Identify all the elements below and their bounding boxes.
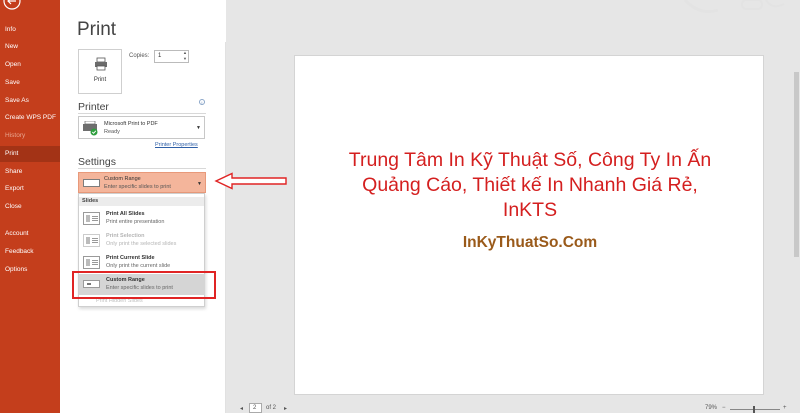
printer-icon [95, 57, 107, 71]
scrollbar-thumb[interactable] [794, 72, 799, 257]
sidebar-item-save-as[interactable]: Save As [0, 93, 60, 109]
slide-website: InKyThuatSo.Com [462, 234, 598, 251]
all-slides-icon [83, 212, 100, 225]
custom-range-icon [83, 179, 100, 187]
annotation-arrow-icon [214, 172, 287, 190]
chevron-down-icon: ▼ [197, 181, 202, 187]
sidebar-item-close[interactable]: Close [0, 199, 60, 215]
previous-page-icon[interactable]: ◂ [240, 405, 243, 412]
option-desc: Only print the selected slides [106, 241, 177, 247]
sidebar-item-new[interactable]: New [0, 39, 60, 55]
current-slide-icon [83, 256, 100, 269]
panel-divider [225, 42, 226, 413]
option-title: Print Selection [106, 233, 145, 239]
zoom-in-button[interactable]: + [783, 405, 787, 411]
printer-ready-icon [83, 121, 98, 136]
sidebar-item-history[interactable]: History [0, 128, 60, 144]
preview-scrollbar[interactable] [792, 42, 800, 413]
settings-heading: Settings [78, 156, 116, 168]
printer-heading: Printer [78, 101, 109, 113]
printer-name: Microsoft Print to PDF [104, 121, 158, 127]
back-button[interactable] [0, 0, 22, 12]
print-range-title: Custom Range [104, 176, 141, 182]
page-number-input[interactable]: 2 [249, 403, 262, 413]
annotation-highlight-box [72, 271, 216, 299]
sidebar-item-info[interactable]: Info [0, 22, 60, 38]
page-title: Print [77, 19, 117, 40]
print-range-desc: Enter specific slides to print [104, 184, 171, 190]
print-button[interactable]: Print [78, 49, 122, 94]
sidebar-item-export[interactable]: Export [0, 181, 60, 197]
next-page-icon[interactable]: ▸ [284, 405, 287, 412]
copies-label: Copies: [129, 53, 150, 59]
option-desc: Print entire presentation [106, 219, 165, 225]
sidebar-item-open[interactable]: Open [0, 57, 60, 73]
option-title: Print All Slides [106, 211, 145, 217]
sidebar-item-create-wps-pdf[interactable]: Create WPS PDF [0, 110, 60, 126]
printer-status: Ready [104, 129, 120, 135]
info-icon[interactable]: i [199, 99, 205, 105]
sidebar-item-share[interactable]: Share [0, 164, 60, 180]
zoom-slider[interactable] [730, 409, 780, 410]
sidebar-item-feedback[interactable]: Feedback [0, 244, 60, 260]
settings-heading-rule [78, 168, 206, 169]
title-decoration [683, 0, 785, 14]
dropdown-header: Slides [79, 197, 204, 206]
printer-select[interactable]: Microsoft Print to PDF Ready ▼ [78, 116, 205, 139]
backstage-sidebar: Info New Open Save Save As Create WPS PD… [0, 0, 60, 413]
print-range-select[interactable]: Custom Range Enter specific slides to pr… [78, 172, 206, 193]
zoom-level: 79% [705, 405, 718, 411]
slide-preview: Trung Tâm In Kỹ Thuật Số, Công Ty In Ấn … [294, 55, 764, 395]
page-total: of 2 [266, 405, 277, 411]
option-title: Print Current Slide [106, 255, 155, 261]
option-print-current-slide[interactable]: Print Current Slide Only print the curre… [79, 252, 205, 273]
printer-heading-rule [78, 113, 206, 114]
sidebar-item-save[interactable]: Save [0, 75, 60, 91]
sidebar-item-print[interactable]: Print [0, 146, 60, 162]
option-desc: Only print the current slide [106, 263, 171, 269]
selection-slides-icon [83, 234, 100, 247]
back-arrow-icon [3, 0, 21, 10]
copies-spinner[interactable]: ▲ ▼ [181, 50, 189, 63]
chevron-down-icon: ▼ [196, 125, 201, 131]
option-print-selection: Print Selection Only print the selected … [79, 230, 205, 251]
zoom-slider-thumb[interactable] [753, 406, 755, 413]
zoom-out-button[interactable]: − [722, 405, 726, 411]
printer-properties-link[interactable]: Printer Properties [155, 142, 198, 148]
sidebar-item-account[interactable]: Account [0, 226, 60, 242]
print-button-label: Print [93, 77, 107, 83]
slide-title: Trung Tâm In Kỹ Thuật Số, Công Ty In Ấn … [348, 149, 712, 221]
option-print-all-slides[interactable]: Print All Slides Print entire presentati… [79, 208, 205, 229]
sidebar-item-options[interactable]: Options [0, 262, 60, 278]
